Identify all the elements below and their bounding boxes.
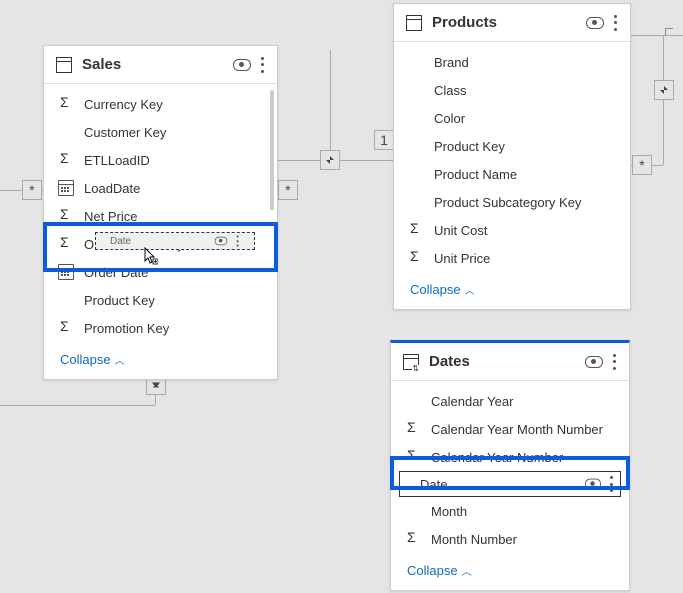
table-icon [406,15,422,31]
field-list: Calendar Year Calendar Year Month Number… [391,381,629,553]
table-card-dates[interactable]: Dates Calendar Year Calendar Year Month … [390,340,630,591]
table-card-products[interactable]: Products Brand Class Color Product Key P… [393,3,631,310]
table-title: Dates [429,353,585,370]
eye-icon[interactable] [585,479,601,490]
sigma-icon [58,152,74,168]
field-row[interactable]: Calendar Year Number [391,443,629,471]
card-header[interactable]: Sales [44,46,277,84]
table-sort-icon [403,354,419,370]
field-row[interactable]: Month [391,497,629,525]
scrollbar[interactable] [270,90,274,210]
field-row[interactable]: Unit Price [394,244,630,272]
more-icon[interactable] [614,15,618,31]
card-header[interactable]: Dates [391,343,629,381]
sigma-icon [405,421,421,437]
chevron-up-icon: ︿ [115,352,125,367]
field-row[interactable]: ETLLoadID [44,146,277,174]
sigma-icon [58,96,74,112]
field-row[interactable]: Month Number [391,525,629,553]
sigma-icon [408,222,424,238]
collapse-link[interactable]: Collapse︿ [391,553,629,590]
collapse-link[interactable]: Collapse︿ [44,342,277,379]
field-row[interactable]: Class [394,76,630,104]
field-row[interactable]: Product Key [44,286,277,314]
field-row[interactable]: Order Date [44,258,277,286]
collapse-link[interactable]: Collapse︿ [394,272,630,309]
sigma-icon [58,236,74,252]
field-row[interactable]: Net Price [44,202,277,230]
more-icon[interactable] [610,476,614,492]
sigma-icon [405,449,421,465]
field-row[interactable]: Color [394,104,630,132]
sigma-icon [405,531,421,547]
field-row[interactable]: Customer Key [44,118,277,146]
direction-arrow-icon [320,150,340,170]
sigma-icon [408,250,424,266]
eye-icon[interactable] [585,356,603,368]
table-title: Sales [82,56,233,73]
sigma-icon [58,320,74,336]
field-row[interactable]: Currency Key [44,90,277,118]
calendar-icon [58,180,74,196]
sigma-icon [58,208,74,224]
table-title: Products [432,14,586,31]
field-row[interactable]: Promotion Key [44,314,277,342]
eye-icon [215,237,228,245]
cardinality-many: * [632,155,652,175]
eye-icon[interactable] [586,17,604,29]
card-header[interactable]: Products [394,4,630,42]
cardinality-many: * [22,180,42,200]
field-row[interactable]: Brand [394,48,630,76]
field-row[interactable]: Product Key [394,132,630,160]
field-row[interactable]: Unit Cost [394,216,630,244]
field-row[interactable]: Calendar Year Month Number [391,415,629,443]
table-icon [56,57,72,73]
field-row[interactable]: Product Subcategory Key [394,188,630,216]
chevron-up-icon: ︿ [465,282,475,297]
field-row-selected[interactable]: Date [399,471,621,497]
table-card-sales[interactable]: Sales Currency Key Customer Key ETLLoadI… [43,45,278,380]
field-row[interactable]: Calendar Year [391,387,629,415]
more-icon [237,235,240,246]
calendar-icon [58,264,74,280]
cardinality-many: * [278,180,298,200]
more-icon[interactable] [613,354,617,370]
more-icon[interactable] [261,57,265,73]
drag-ghost: Date [95,232,255,250]
direction-arrow-icon [654,80,674,100]
field-list: Currency Key Customer Key ETLLoadID Load… [44,84,277,342]
field-list: Brand Class Color Product Key Product Na… [394,42,630,272]
cardinality-one: 1 [374,130,394,150]
eye-icon[interactable] [233,59,251,71]
field-row[interactable]: LoadDate [44,174,277,202]
chevron-up-icon: ︿ [462,563,472,578]
field-row[interactable]: Product Name [394,160,630,188]
